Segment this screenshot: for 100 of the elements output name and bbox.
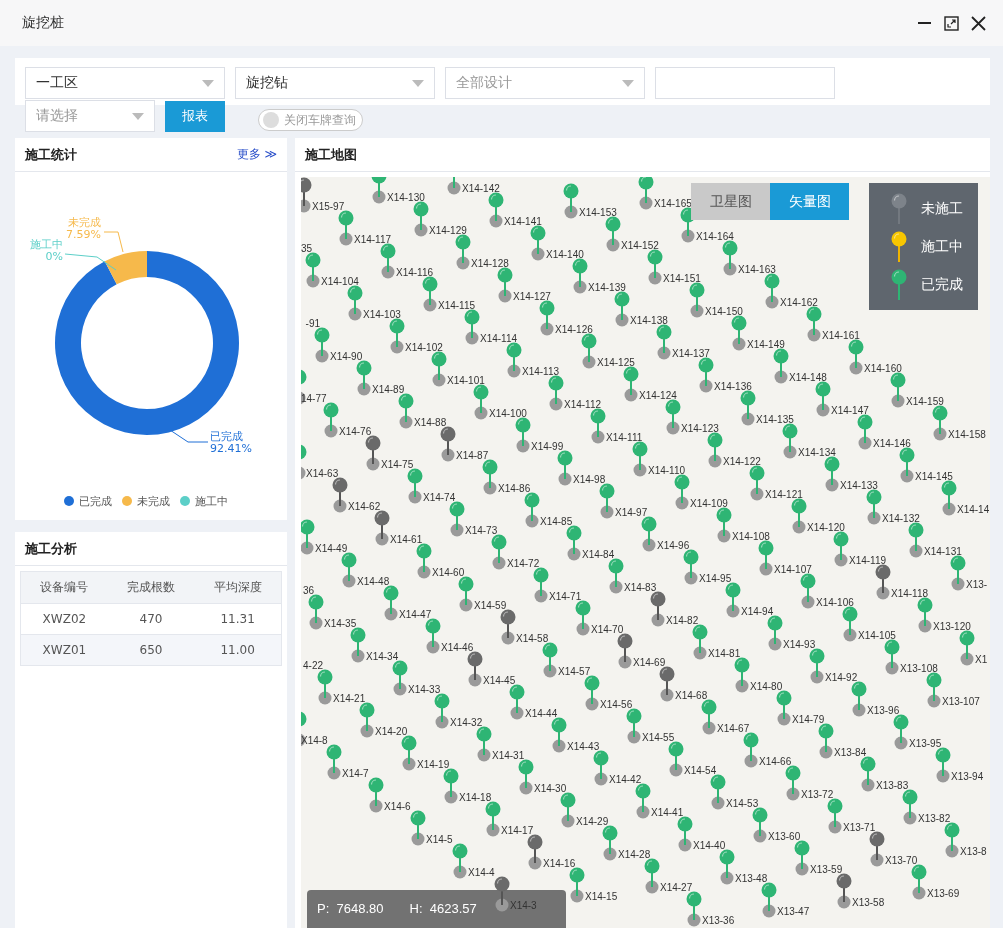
pin-label: X14-134 <box>798 447 836 459</box>
pin-label: X14-44 <box>525 708 558 720</box>
pin-label: X14-73 <box>465 525 498 537</box>
pin-label: X14-21 <box>333 693 366 705</box>
slice-label: 未完成 <box>68 216 101 229</box>
slice-label: 已完成 <box>210 430 243 443</box>
pin-label: X14-110 <box>648 465 686 477</box>
column-header: 完成根数 <box>107 571 195 604</box>
pin-label: X14-14 <box>957 504 990 516</box>
pin-label: X14-115 <box>438 300 476 312</box>
pin-label: X14-60 <box>432 567 465 579</box>
pin-label: X14-122 <box>723 456 761 468</box>
pin-label: X14-148 <box>789 372 827 384</box>
legend-label[interactable]: 施工中 <box>195 495 228 508</box>
pin-label: X14-119 <box>849 555 887 567</box>
pin-label: X13-108 <box>900 663 938 675</box>
pin-label: X13-47 <box>777 906 810 918</box>
pin-label: X14-102 <box>405 342 443 354</box>
slice-value: 0% <box>45 250 63 263</box>
pin-label: X14-71 <box>549 591 582 603</box>
pin-label: X14-165 <box>654 198 692 210</box>
pin-label: X14-159 <box>906 396 944 408</box>
pin-label: X13-84 <box>834 747 867 759</box>
pin-label: X14-19 <box>417 759 450 771</box>
pin-label: X13-94 <box>951 771 984 783</box>
pin-label: X14-8 <box>301 735 328 747</box>
slice-value: 92.41% <box>210 442 252 455</box>
pin-label: X14-114 <box>480 333 518 345</box>
pin-label: X13-95 <box>909 738 942 750</box>
pin-label: X14-43 <box>567 741 600 753</box>
legend-label[interactable]: 已完成 <box>79 495 112 508</box>
pin-label: X14-33 <box>408 684 441 696</box>
area-select[interactable]: 一工区 <box>25 67 225 99</box>
pin-label: X14-120 <box>807 522 845 534</box>
pin-label: X14-88 <box>414 417 447 429</box>
pin-label: X14-30 <box>534 783 567 795</box>
pin-label: X14-129 <box>429 225 467 237</box>
pin-label: X14-104 <box>321 276 359 288</box>
pin-label: X14-108 <box>732 531 770 543</box>
pin-label: X14-17 <box>501 825 534 837</box>
pin-label: X14-97 <box>615 507 648 519</box>
pin-label: X14-112 <box>564 399 602 411</box>
pin-label: X13-96 <box>867 705 900 717</box>
pin-label: X14-153 <box>579 207 617 219</box>
pin-label: X14-95 <box>699 573 732 585</box>
legend-label[interactable]: 未完成 <box>137 495 170 508</box>
pin-label: X14-107 <box>774 564 812 576</box>
pin-label: X14-147 <box>831 405 869 417</box>
pin-label: X14-47 <box>399 609 432 621</box>
pin-label: X14-150 <box>705 306 743 318</box>
pin-label: X13-36 <box>702 915 735 927</box>
pin-label: X14-56 <box>600 699 633 711</box>
pin-label: X14-149 <box>747 339 785 351</box>
pin-label: X13-72 <box>801 789 834 801</box>
pin-label: X14-87 <box>456 450 489 462</box>
pin-label: X14-163 <box>738 264 776 276</box>
slice-label: 施工中 <box>30 238 63 251</box>
pin-label: X14-84 <box>582 549 615 561</box>
pin-label: X14-111 <box>606 432 643 444</box>
pin-label: 36 <box>301 585 314 597</box>
pin-label: X14-15 <box>585 891 618 903</box>
pin-label: X14-151 <box>663 273 701 285</box>
card-title: 施工地图 <box>305 145 358 164</box>
pin-label: X14-124 <box>639 390 677 402</box>
slice-value: 7.59% <box>66 228 101 241</box>
pin-label: X14-113 <box>522 366 560 378</box>
table-cell: XWZ01 <box>20 634 108 666</box>
pin-label: X14-41 <box>651 807 684 819</box>
pin-label: X13-58 <box>852 897 885 909</box>
pin-label: X14-70 <box>591 624 624 636</box>
legend-label: 已完成 <box>921 275 963 294</box>
pin-label: X14-89 <box>372 384 405 396</box>
more-link[interactable]: 更多 ≫ <box>236 146 277 163</box>
pin-label: X14-5 <box>426 834 453 846</box>
pin-label: X14-58 <box>516 633 549 645</box>
pin-label: X15-97 <box>312 201 345 213</box>
pin-label: X14-123 <box>681 423 719 435</box>
pin-label: X14-101 <box>447 375 485 387</box>
coordinate-text: P: 7648.80 <box>317 901 384 918</box>
pin-label: X14-35 <box>324 618 357 630</box>
pin-label: X14-34 <box>366 651 399 663</box>
pin-label: X14-68 <box>675 690 708 702</box>
pin-label: X14-6 <box>384 801 411 813</box>
machine-select[interactable]: 旋挖钻 <box>235 67 435 99</box>
pin-label: X14-125 <box>597 357 635 369</box>
pin-label: X14-57 <box>558 666 591 678</box>
pin-label: X14-100 <box>489 408 527 420</box>
pin-label: X14-140 <box>546 249 584 261</box>
pin-label: X13-83 <box>876 780 909 792</box>
pin-label: X14-62 <box>348 501 381 513</box>
pin-label: X14-92 <box>825 672 858 684</box>
pin-label: X14-116 <box>396 267 434 279</box>
pin-label: X14-146 <box>873 438 911 450</box>
pin-label: X14-145 <box>915 471 953 483</box>
map-view-tab[interactable]: 卫星图 <box>691 183 770 220</box>
pin-label: X13-59 <box>810 864 843 876</box>
pin-label: X14-3 <box>510 900 537 912</box>
pin-label: X14-59 <box>474 600 507 612</box>
pin-label: X14-76 <box>339 426 372 438</box>
pin-label: X14-45 <box>483 675 516 687</box>
